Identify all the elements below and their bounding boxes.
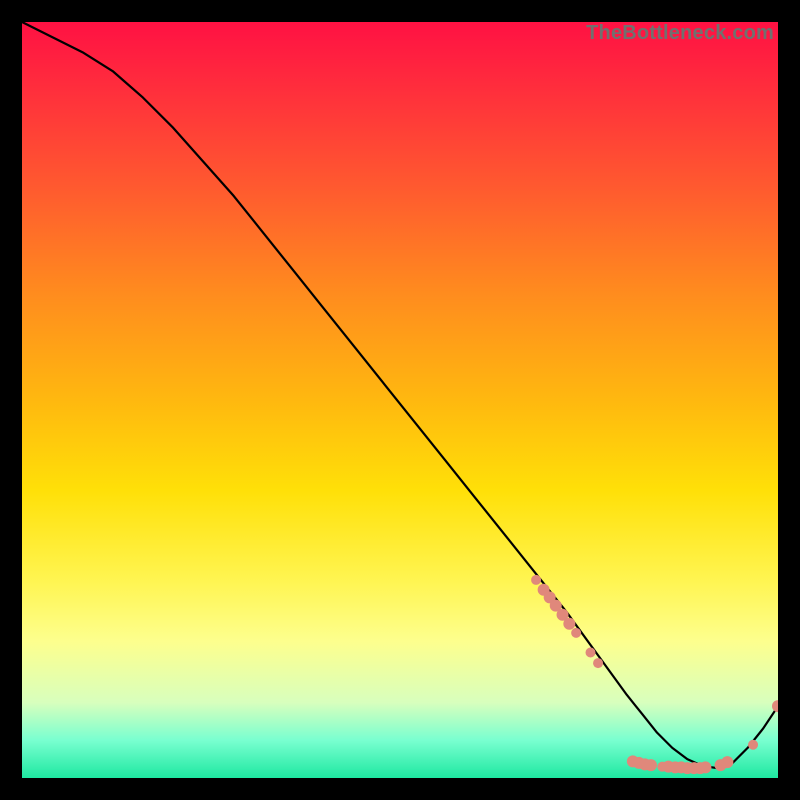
highlight-point <box>645 759 657 771</box>
highlight-point <box>772 700 778 712</box>
highlight-point <box>748 740 758 750</box>
chart-overlay <box>22 22 778 778</box>
highlight-point <box>593 658 603 668</box>
highlight-point <box>571 628 581 638</box>
plot-area: TheBottleneck.com <box>22 22 778 778</box>
chart-frame: TheBottleneck.com <box>0 0 800 800</box>
bottleneck-curve <box>22 22 778 768</box>
highlight-points <box>531 575 778 774</box>
highlight-point <box>586 648 596 658</box>
highlight-point <box>531 575 541 585</box>
highlight-point <box>563 618 575 630</box>
highlight-point <box>699 761 711 773</box>
highlight-point <box>721 756 733 768</box>
